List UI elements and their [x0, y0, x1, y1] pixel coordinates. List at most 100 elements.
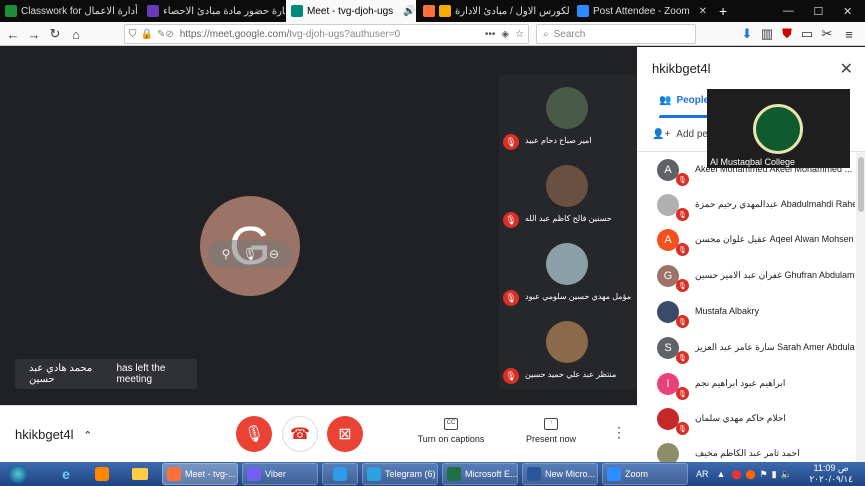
tab-label: Classwork for قسم أدارة الاعمال [21, 5, 140, 17]
antivirus-icon[interactable]: ⬤ [731, 469, 741, 480]
home-icon[interactable]: ⌂ [67, 25, 85, 43]
lock-icon[interactable]: 🔒 [141, 29, 153, 40]
participant-list-item[interactable]: I 🎙 ابراهيم عبود ابراهيم نجم [637, 369, 865, 404]
toast-name: محمد هادي عبد حسين [29, 363, 93, 385]
close-tab-icon[interactable]: ✕ [699, 6, 707, 17]
task-label: Telegram (6) [385, 469, 436, 479]
tab-label: تقرير الكورس الاول / مبادئ الادارة [455, 5, 570, 17]
chevron-up-icon: ⌃ [83, 430, 93, 442]
captions-button[interactable]: CC Turn on captions [406, 418, 496, 444]
taskbar-telegram[interactable]: Telegram (6) [362, 463, 438, 485]
url-path: tvg-djoh-ugs?authuser=0 [289, 28, 401, 40]
search-input[interactable]: ⌕ Search [536, 24, 696, 44]
clock[interactable]: 11:09 ص ٢٠٢٠/٠٩/١٤ [809, 463, 853, 485]
volume-icon[interactable]: 🔈 [781, 469, 792, 480]
back-icon[interactable]: ← [4, 25, 22, 43]
remove-participant-icon[interactable]: ⊖ [266, 246, 282, 262]
start-button[interactable] [3, 462, 33, 486]
taskbar-excel[interactable]: Microsoft E... [442, 463, 518, 485]
downloads-icon[interactable]: ⬇ [738, 25, 756, 43]
microphone-toggle-button[interactable]: 🎙 [236, 416, 272, 452]
sidebar-icon[interactable]: ▭ [798, 25, 816, 43]
network-icon[interactable]: ▮ [772, 469, 777, 480]
reload-icon[interactable]: ↻ [46, 25, 64, 43]
participant-list-item[interactable]: G 🎙 غفران عبد الامير حسين Ghufran Abdula… [637, 261, 865, 296]
participant-tile[interactable]: 🎙 منتظر عبد علي حميد حسين [499, 309, 637, 387]
new-tab-button[interactable]: + [714, 0, 734, 22]
browser-tab-report[interactable]: تقرير الكورس الاول / مبادئ الادارة [418, 0, 570, 22]
muted-mic-icon: 🎙 [503, 368, 519, 384]
browser-tab-classwork[interactable]: Classwork for قسم أدارة الاعمال [0, 0, 140, 22]
mute-participant-icon[interactable]: 🎙 [242, 246, 258, 262]
pocket-icon[interactable]: ◈ [501, 29, 509, 40]
panel-scrollbar-thumb[interactable] [858, 157, 864, 212]
taskbar-app[interactable] [322, 463, 358, 485]
menu-icon[interactable]: ≡ [840, 25, 858, 43]
participant-tile[interactable]: 🎙 حسنين فالح كاظم عبد الله [499, 153, 637, 231]
meeting-code: hkikbget4l [15, 427, 74, 442]
participant-list-item[interactable]: A 🎙 عقيل علوان محسن Aqeel Alwan Mohsen [637, 225, 865, 260]
browser-tab-forms[interactable]: استمارة حضور مادة مبادئ الاحصاء [142, 0, 285, 22]
page-actions-icon[interactable]: ••• [485, 29, 496, 40]
presenter-thumbnail[interactable]: Al Mustaqbal College [707, 89, 850, 168]
participant-tile[interactable]: 🎙 مؤمل مهدي حسين سلومي عبود [499, 231, 637, 309]
forward-icon[interactable]: → [25, 25, 43, 43]
file-explorer-icon[interactable] [126, 464, 154, 484]
browser-tab-zoom[interactable]: Post Attendee - Zoom ✕ [572, 0, 712, 22]
language-indicator[interactable]: AR [696, 469, 709, 479]
ublock-icon[interactable]: ⛊ [778, 25, 796, 43]
tab-label: Meet - tvg-djoh-ugs [307, 5, 394, 17]
pin-icon[interactable]: ⚲ [218, 246, 234, 262]
taskbar-viber[interactable]: Viber [242, 463, 318, 485]
leave-call-button[interactable]: ☎ [282, 416, 318, 452]
toast-text: has left the meeting [116, 363, 166, 385]
bookmark-star-icon[interactable]: ☆ [515, 29, 524, 40]
maximize-icon[interactable]: ☐ [813, 5, 823, 18]
panel-title: hkikbget4l [652, 61, 711, 76]
participant-name: Mustafa Albakry [695, 306, 760, 316]
meeting-details-button[interactable]: hkikbget4l ⌃ [15, 427, 92, 442]
add-person-icon: 👤+ [652, 129, 671, 140]
participant-name: امير صباح دحام عبيد [525, 136, 592, 145]
participant-list-item[interactable]: 🎙 احلام حاكم مهدي سلمان [637, 404, 865, 439]
taskbar-zoom[interactable]: Zoom [602, 463, 688, 485]
media-player-icon[interactable] [88, 464, 116, 484]
firefox-tray-icon[interactable]: ⬤ [746, 469, 756, 480]
participant-list-item[interactable]: S 🎙 سارة عامر عبد العزيز Sarah Amer Abdu… [637, 333, 865, 368]
url-bar[interactable]: ⛉ 🔒 ✎⊘ https://meet.google.com/tvg-djoh-… [124, 24, 529, 44]
shield-icon[interactable]: ⛉ [129, 29, 137, 40]
internet-explorer-icon[interactable]: e [52, 464, 80, 484]
participant-avatar [657, 443, 679, 462]
participant-list-item[interactable]: 🎙 عبدالمهدي رحيم حمزة Abadulmahdi Rahee.… [637, 190, 865, 225]
minimize-icon[interactable]: — [783, 5, 794, 17]
camera-toggle-button[interactable]: ⊠ [327, 416, 363, 452]
present-now-button[interactable]: ↑ Present now [506, 418, 596, 444]
taskbar-word[interactable]: New Micro... [522, 463, 598, 485]
clock-date: ٢٠٢٠/٠٩/١٤ [809, 474, 853, 484]
browser-tab-meet[interactable]: Meet - tvg-djoh-ugs 🔊 ✕ [286, 0, 416, 22]
participant-photo [546, 243, 588, 285]
participant-list-item[interactable]: 🎙 Mustafa Albakry [637, 297, 865, 332]
participant-name: ابراهيم عبود ابراهيم نجم [695, 378, 786, 388]
search-placeholder: Search [553, 28, 586, 40]
muted-mic-icon: 🎙 [503, 134, 519, 150]
close-window-icon[interactable]: ✕ [843, 5, 852, 18]
participant-list-item[interactable]: احمد ثامر عبد الكاظم مخيف [637, 439, 865, 462]
participant-name: مؤمل مهدي حسين سلومي عبود [525, 292, 631, 301]
close-panel-icon[interactable]: ✕ [840, 59, 853, 79]
participant-tile[interactable]: 🎙 امير صباح دحام عبيد [499, 75, 637, 153]
library-icon[interactable]: ▥ [758, 25, 776, 43]
screenshot-icon[interactable]: ✂ [818, 25, 836, 43]
more-options-icon[interactable]: ⋮ [612, 424, 626, 441]
participant-name: احلام حاكم مهدي سلمان [695, 413, 786, 423]
permissions-icon[interactable]: ✎⊘ [157, 29, 174, 40]
speaker-icon[interactable]: 🔊 [403, 6, 415, 17]
tab-people[interactable]: 👥 People [659, 95, 709, 106]
windows-taskbar: e Meet - tvg-... Viber Telegram (6) Micr… [0, 462, 865, 486]
flag-icon[interactable]: ⚑ [760, 469, 768, 480]
presenter-name: Al Mustaqbal College [710, 157, 796, 167]
tray-expand-icon[interactable]: ▲ [717, 469, 726, 479]
taskbar-meet[interactable]: Meet - tvg-... [162, 463, 238, 485]
muted-mic-icon: 🎙 [676, 422, 689, 435]
participant-name: عقيل علوان محسن Aqeel Alwan Mohsen [695, 234, 854, 244]
